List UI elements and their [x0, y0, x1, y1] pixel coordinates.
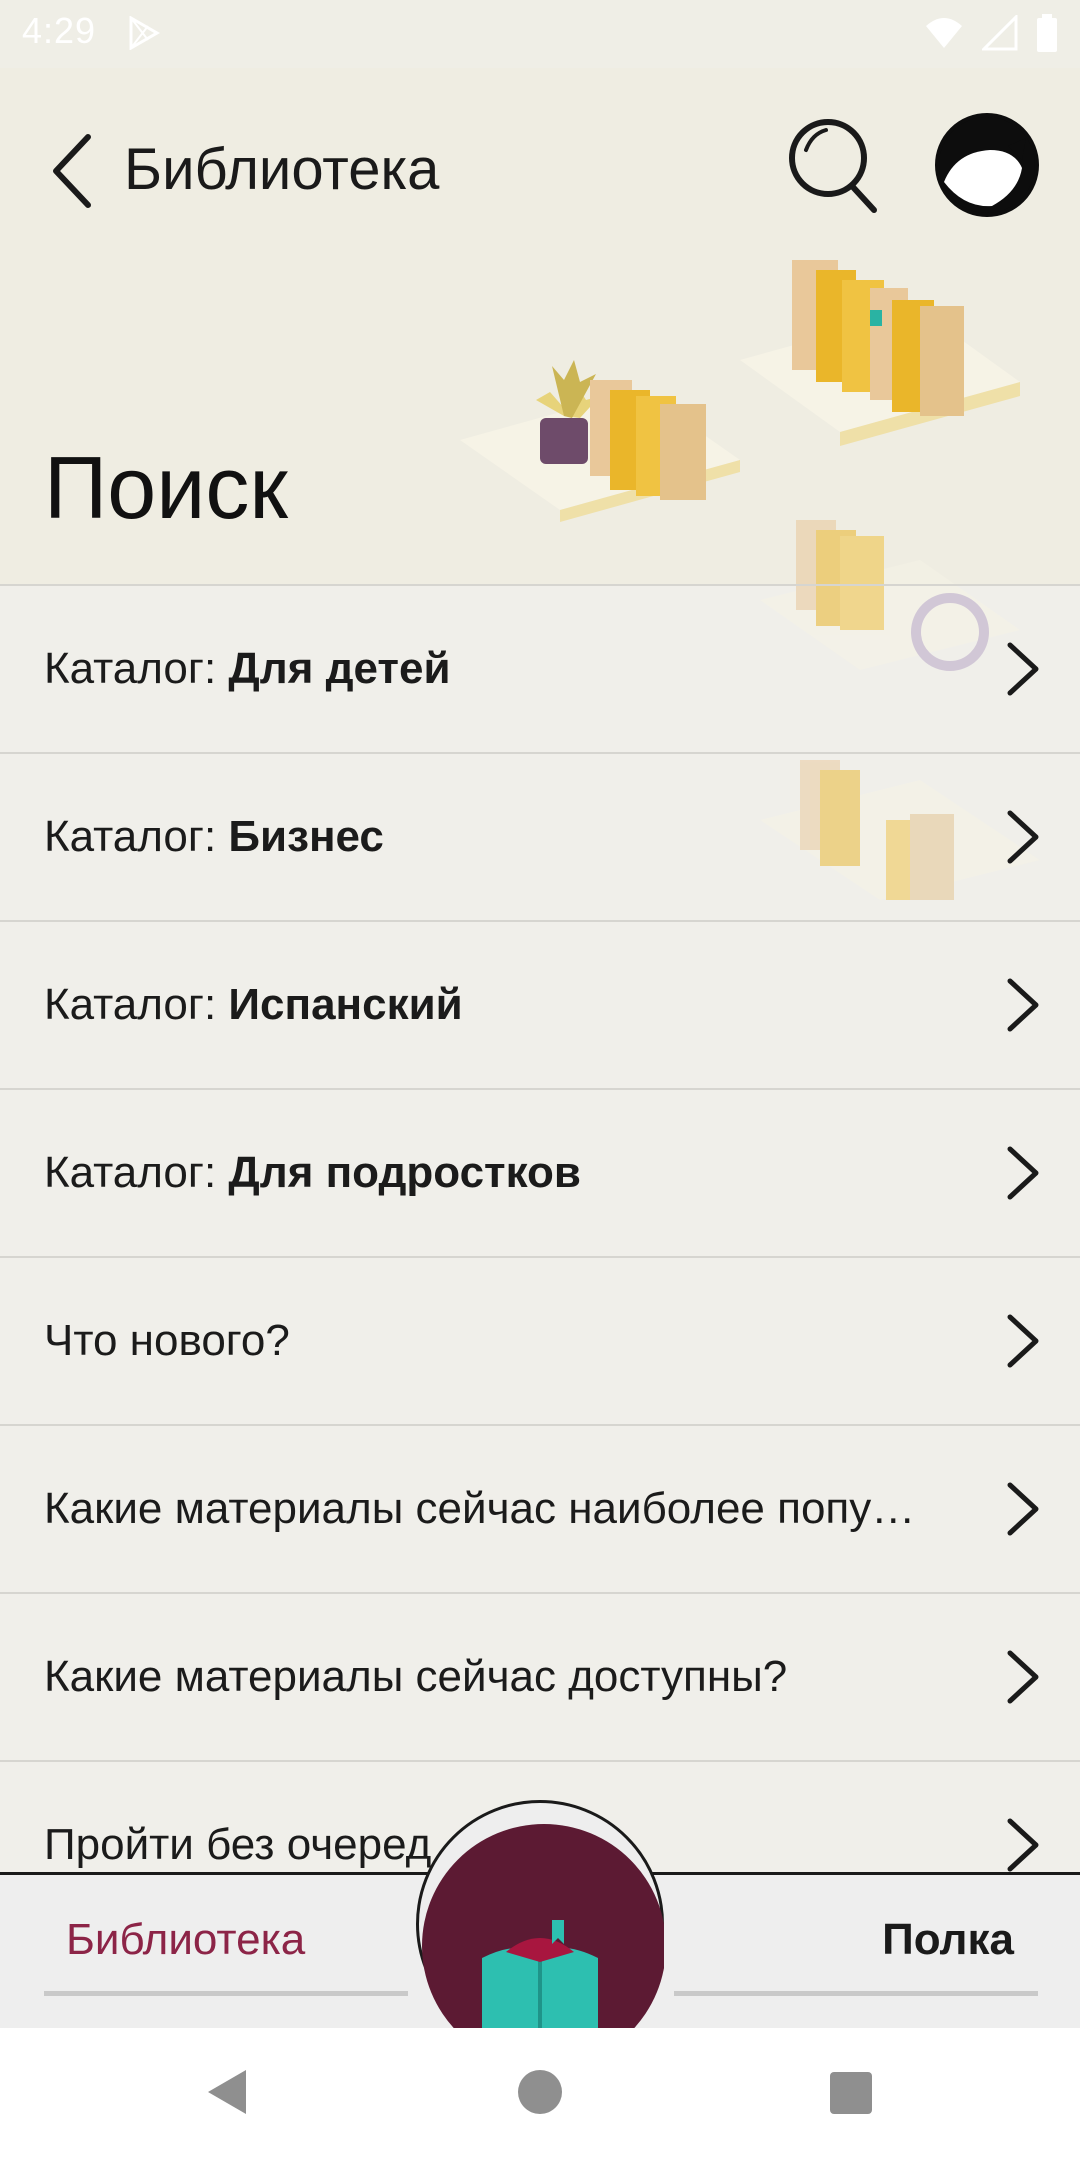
- list-item-label: Каталог: Бизнес: [44, 812, 384, 861]
- list-item[interactable]: Какие материалы сейчас наиболее попу…: [0, 1424, 1080, 1592]
- catalog-list: Каталог: Для детей Каталог: Бизнес Катал…: [0, 584, 1080, 1928]
- list-item-label: Какие материалы сейчас доступны?: [44, 1652, 788, 1701]
- list-item[interactable]: Какие материалы сейчас доступны?: [0, 1592, 1080, 1760]
- signal-icon: [982, 15, 1018, 51]
- chevron-right-icon: [1007, 1146, 1039, 1200]
- status-bar: 4:29: [0, 0, 1080, 68]
- open-book-icon: [482, 1920, 598, 2028]
- chevron-right-icon: [1007, 1650, 1039, 1704]
- chevron-right-icon: [1007, 1818, 1039, 1872]
- list-item[interactable]: Каталог: Бизнес: [0, 752, 1080, 920]
- tab-shelf-indicator: [674, 1991, 1038, 1996]
- play-store-icon: [128, 15, 161, 55]
- list-item-label: Каталог: Для подростков: [44, 1148, 581, 1197]
- list-item[interactable]: Что нового?: [0, 1256, 1080, 1424]
- search-button[interactable]: [786, 114, 882, 224]
- profile-avatar[interactable]: [934, 112, 1040, 218]
- list-item-label: Каталог: Для детей: [44, 644, 451, 693]
- search-icon: [789, 119, 877, 213]
- chevron-left-icon: [53, 134, 91, 208]
- status-icons: [924, 14, 1058, 52]
- chevron-right-icon: [1007, 1314, 1039, 1368]
- back-button[interactable]: [44, 126, 100, 216]
- status-time: 4:29: [22, 10, 97, 51]
- list-item-label: Что нового?: [44, 1316, 290, 1365]
- list-item[interactable]: Каталог: Для детей: [0, 584, 1080, 752]
- profile-avatar-icon: [935, 113, 1039, 217]
- chevron-right-icon: [1007, 642, 1039, 696]
- wifi-icon: [926, 18, 962, 48]
- battery-icon: [1037, 14, 1057, 52]
- tab-shelf[interactable]: Полка: [882, 1915, 1014, 1965]
- page-title: Поиск: [44, 438, 288, 537]
- list-item[interactable]: Каталог: Испанский: [0, 920, 1080, 1088]
- nav-back-icon[interactable]: [206, 2068, 248, 2116]
- chevron-right-icon: [1007, 978, 1039, 1032]
- main-action-button[interactable]: [416, 1800, 664, 2028]
- list-item-label: Каталог: Испанский: [44, 980, 463, 1029]
- library-header: Библиотека Поиск: [0, 68, 1080, 584]
- list-item-label: Какие материалы сейчас наиболее попу…: [44, 1484, 916, 1533]
- system-navigation-bar: [0, 2028, 1080, 2160]
- tab-library[interactable]: Библиотека: [44, 1915, 430, 1965]
- chevron-right-icon: [1007, 810, 1039, 864]
- nav-recents-icon[interactable]: [830, 2072, 872, 2114]
- list-item[interactable]: Каталог: Для подростков: [0, 1088, 1080, 1256]
- nav-home-icon[interactable]: [518, 2070, 562, 2114]
- chevron-right-icon: [1007, 1482, 1039, 1536]
- library-title: Библиотека: [124, 137, 440, 202]
- tab-library-indicator: [44, 1991, 408, 1996]
